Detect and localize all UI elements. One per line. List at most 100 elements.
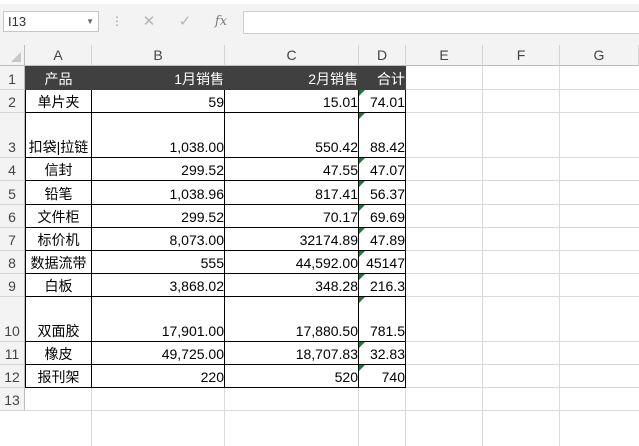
table-cell[interactable]: 扣袋|拉链: [25, 113, 92, 158]
row-header-3[interactable]: 3: [0, 113, 25, 158]
table-cell[interactable]: 45147: [359, 251, 406, 274]
insert-function-icon[interactable]: fx: [210, 11, 232, 32]
table-cell[interactable]: 报刊架: [25, 365, 92, 388]
column-header-g[interactable]: G: [560, 45, 639, 66]
row-header-10[interactable]: 10: [0, 297, 25, 342]
column-header-d[interactable]: D: [359, 45, 406, 66]
row-header-2[interactable]: 2: [0, 90, 25, 113]
error-indicator-icon[interactable]: [359, 90, 365, 96]
column-header-c[interactable]: C: [225, 45, 359, 66]
table-cell[interactable]: 88.42: [359, 113, 406, 158]
table-border: [25, 273, 406, 274]
column-header-b[interactable]: B: [92, 45, 225, 66]
error-indicator-icon[interactable]: [359, 205, 365, 211]
table-cell[interactable]: 44,592.00: [225, 251, 359, 274]
more-options-icon[interactable]: ⋮: [111, 11, 123, 32]
table-cell[interactable]: 348.28: [225, 274, 359, 297]
table-cell[interactable]: 520: [225, 365, 359, 388]
table-border: [25, 387, 406, 388]
table-cell[interactable]: 32.83: [359, 342, 406, 365]
row-header-6[interactable]: 6: [0, 205, 25, 228]
row-header-9[interactable]: 9: [0, 274, 25, 297]
table-cell[interactable]: 橡皮: [25, 342, 92, 365]
table-cell[interactable]: 74.01: [359, 90, 406, 113]
table-cell[interactable]: 17,901.00: [92, 297, 225, 342]
formula-input[interactable]: [243, 11, 639, 34]
top-strip: [0, 0, 639, 4]
table-cell[interactable]: 47.07: [359, 158, 406, 181]
table-cell[interactable]: 69.69: [359, 205, 406, 228]
row-header-5[interactable]: 5: [0, 181, 25, 205]
row-header-11[interactable]: 11: [0, 342, 25, 365]
table-cell[interactable]: 299.52: [92, 158, 225, 181]
error-indicator-icon[interactable]: [359, 228, 365, 234]
column-header-a[interactable]: A: [25, 45, 92, 66]
table-cell[interactable]: 550.42: [225, 113, 359, 158]
row-header-7[interactable]: 7: [0, 228, 25, 251]
table-border: [25, 157, 406, 158]
table-cell[interactable]: 18,707.83: [225, 342, 359, 365]
table-cell[interactable]: 铅笔: [25, 181, 92, 205]
table-header-cell[interactable]: 合计: [359, 66, 406, 90]
table-border: [91, 90, 92, 388]
table-cell[interactable]: 781.5: [359, 297, 406, 342]
table-cell[interactable]: 817.41: [225, 181, 359, 205]
cancel-icon[interactable]: ✕: [138, 11, 160, 32]
table-border: [25, 204, 406, 205]
error-indicator-icon[interactable]: [359, 181, 365, 187]
table-cell[interactable]: 文件柜: [25, 205, 92, 228]
table-cell[interactable]: 1,038.96: [92, 181, 225, 205]
table-border: [405, 90, 406, 388]
table-cell[interactable]: 信封: [25, 158, 92, 181]
table-cell[interactable]: 740: [359, 365, 406, 388]
row-header-4[interactable]: 4: [0, 158, 25, 181]
table-cell[interactable]: 双面胶: [25, 297, 92, 342]
spreadsheet-grid[interactable]: A B C D E F G 1 2 3 4 5 6 7 8 9 10 11 12 13 产品 1月销售 2月销售 合计 单片夹 5…: [0, 45, 639, 446]
table-header-cell[interactable]: 1月销售: [92, 66, 225, 90]
error-indicator-icon[interactable]: [359, 342, 365, 348]
table-cell[interactable]: 1,038.00: [92, 113, 225, 158]
error-indicator-icon[interactable]: [359, 274, 365, 280]
error-indicator-icon[interactable]: [359, 365, 365, 371]
row-header-8[interactable]: 8: [0, 251, 25, 274]
table-cell[interactable]: 3,868.02: [92, 274, 225, 297]
error-indicator-icon[interactable]: [359, 158, 365, 164]
table-cell[interactable]: 17,880.50: [225, 297, 359, 342]
column-header-f[interactable]: F: [483, 45, 560, 66]
table-header-cell[interactable]: 产品: [25, 66, 92, 90]
select-all-triangle-icon: [11, 52, 21, 62]
table-cell[interactable]: 70.17: [225, 205, 359, 228]
error-indicator-icon[interactable]: [359, 297, 365, 303]
table-cell[interactable]: 15.01: [225, 90, 359, 113]
row-header-1[interactable]: 1: [0, 66, 25, 90]
table-header-cell[interactable]: 2月销售: [225, 66, 359, 90]
table-cell[interactable]: 47.55: [225, 158, 359, 181]
error-indicator-icon[interactable]: [359, 113, 365, 119]
table-cell[interactable]: 49,725.00: [92, 342, 225, 365]
table-cell[interactable]: 220: [92, 365, 225, 388]
table-cell[interactable]: 56.37: [359, 181, 406, 205]
check-icon[interactable]: ✓: [174, 11, 196, 32]
table-cell[interactable]: 59: [92, 90, 225, 113]
table-cell[interactable]: 216.3: [359, 274, 406, 297]
table-cell[interactable]: 555: [92, 251, 225, 274]
name-box-value: I13: [8, 14, 27, 29]
table-border: [25, 112, 406, 113]
row-header-13[interactable]: 13: [0, 388, 25, 411]
table-border: [25, 341, 406, 342]
chevron-down-icon[interactable]: ▼: [86, 12, 94, 31]
table-cell[interactable]: 8,073.00: [92, 228, 225, 251]
table-cell[interactable]: 单片夹: [25, 90, 92, 113]
table-cell[interactable]: 32174.89: [225, 228, 359, 251]
table-cell[interactable]: 299.52: [92, 205, 225, 228]
select-all-corner[interactable]: [0, 45, 25, 66]
table-cell[interactable]: 白板: [25, 274, 92, 297]
table-cell[interactable]: 标价机: [25, 228, 92, 251]
error-indicator-icon[interactable]: [359, 251, 365, 257]
row-header-12[interactable]: 12: [0, 365, 25, 388]
table-cell[interactable]: 数据流带: [25, 251, 92, 274]
table-border: [25, 296, 406, 297]
column-header-e[interactable]: E: [406, 45, 483, 66]
name-box[interactable]: I13 ▼: [3, 11, 99, 32]
table-cell[interactable]: 47.89: [359, 228, 406, 251]
